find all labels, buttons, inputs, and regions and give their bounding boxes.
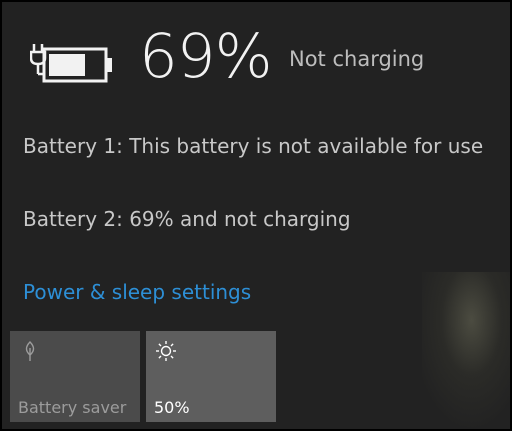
battery-1-detail: Battery 1: This battery is not available… (23, 134, 484, 158)
battery-percent: 69% (139, 21, 273, 92)
battery-saver-label: Battery saver (18, 397, 127, 417)
power-sleep-settings-link[interactable]: Power & sleep settings (23, 280, 251, 304)
charging-status: Not charging (289, 47, 425, 71)
battery-saver-icon (25, 341, 35, 361)
battery-header: 69% Not charging (2, 2, 510, 112)
battery-charging-plug-icon (30, 44, 112, 83)
brightness-tile[interactable]: 50% (146, 331, 276, 422)
battery-2-detail: Battery 2: 69% and not charging (23, 207, 351, 231)
brightness-icon (156, 341, 176, 361)
brightness-label: 50% (154, 397, 190, 417)
background-blur (422, 272, 510, 429)
battery-saver-tile[interactable]: Battery saver (10, 331, 140, 422)
battery-flyout: 69% Not charging Battery 1: This battery… (2, 2, 510, 429)
